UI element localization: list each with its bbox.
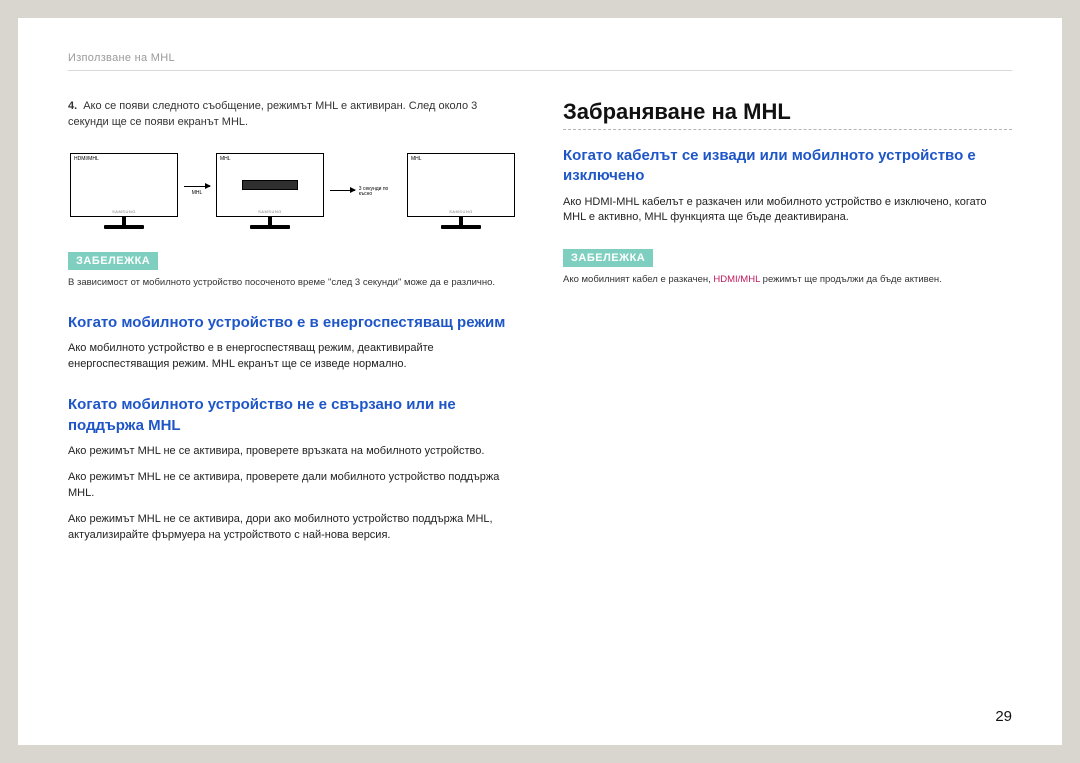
- monitor-brand: SAMSUNG: [449, 209, 473, 214]
- section-title: Когато кабелът се извади или мобилното у…: [563, 146, 1012, 187]
- section-title: Когато мобилното устройство не е свързан…: [68, 395, 517, 436]
- manual-page: Използване на MHL 4.Ако се появи следнот…: [18, 18, 1062, 745]
- arrow-2: 3 секунди по късно: [330, 184, 401, 198]
- arrow-1-label: MHL: [192, 190, 203, 196]
- note-1: ЗАБЕЛЕЖКА В зависимост от мобилното устр…: [68, 251, 517, 289]
- monitor-3-label: MHL: [411, 156, 422, 162]
- step-body: Ако се появи следното съобщение, режимът…: [68, 100, 477, 128]
- step-number: 4.: [68, 100, 77, 112]
- section-not-connected: Когато мобилното устройство не е свързан…: [68, 395, 517, 543]
- monitor-sequence-diagram: HDMI/MHL SAMSUNG MHL MHL SAMSUNG: [68, 153, 517, 229]
- right-column: Забраняване на MHL Когато кабелът се изв…: [563, 99, 1012, 717]
- section-p3: Ако режимът MHL не се активира, дори ако…: [68, 512, 517, 544]
- highlight-text: HDMI/MHL: [713, 274, 760, 285]
- monitor-1-label: HDMI/MHL: [74, 156, 99, 162]
- content-columns: 4.Ако се появи следното съобщение, режим…: [68, 99, 1012, 717]
- monitor-2: MHL SAMSUNG: [216, 153, 324, 229]
- section-cable-removed: Когато кабелът се извади или мобилното у…: [563, 146, 1012, 226]
- note-2-text: Ако мобилният кабел е разкачен, HDMI/MHL…: [563, 273, 1012, 286]
- monitor-2-label: MHL: [220, 156, 231, 162]
- step-4-text: 4.Ако се появи следното съобщение, режим…: [68, 99, 517, 131]
- note-badge: ЗАБЕЛЕЖКА: [68, 252, 158, 270]
- monitor-1: HDMI/MHL SAMSUNG: [70, 153, 178, 229]
- section-power-saving: Когато мобилното устройство е в енергосп…: [68, 313, 517, 373]
- breadcrumb: Използване на MHL: [68, 52, 1012, 71]
- section-body: Ако мобилното устройство е в енергоспест…: [68, 341, 517, 373]
- monitor-brand: SAMSUNG: [258, 209, 282, 214]
- note-1-text: В зависимост от мобилното устройство пос…: [68, 276, 517, 289]
- section-p1: Ако режимът MHL не се активира, проверет…: [68, 444, 517, 460]
- monitor-brand: SAMSUNG: [112, 209, 136, 214]
- note-2: ЗАБЕЛЕЖКА Ако мобилният кабел е разкачен…: [563, 248, 1012, 286]
- page-title: Забраняване на MHL: [563, 99, 1012, 130]
- note-badge: ЗАБЕЛЕЖКА: [563, 249, 653, 267]
- section-title: Когато мобилното устройство е в енергосп…: [68, 313, 517, 333]
- section-p2: Ако режимът MHL не се активира, проверет…: [68, 470, 517, 502]
- arrow-1: MHL: [184, 186, 210, 196]
- arrow-2-label: 3 секунди по късно: [359, 187, 401, 198]
- loading-bar-icon: [242, 180, 298, 190]
- page-number: 29: [995, 708, 1012, 725]
- section-body: Ако HDMI-MHL кабелът е разкачен или моби…: [563, 195, 1012, 227]
- monitor-3: MHL SAMSUNG: [407, 153, 515, 229]
- left-column: 4.Ако се появи следното съобщение, режим…: [68, 99, 517, 717]
